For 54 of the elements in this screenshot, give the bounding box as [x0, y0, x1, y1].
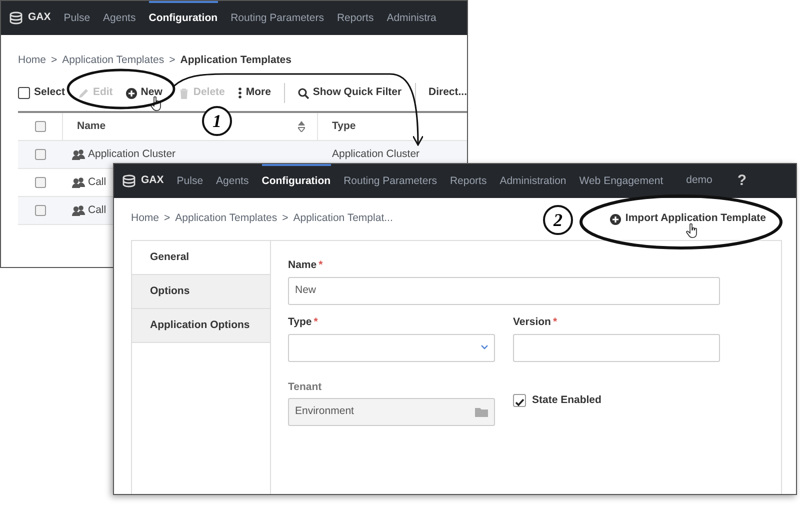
- nav-tab[interactable]: Routing Parameters: [344, 164, 437, 198]
- app-logo-text: GAX: [141, 173, 164, 188]
- nav-tab[interactable]: Agents: [103, 1, 136, 35]
- breadcrumb-separator: >: [282, 211, 288, 226]
- quick-filter-button[interactable]: Show Quick Filter: [298, 85, 402, 101]
- required-mark: *: [318, 259, 323, 271]
- nav-tab[interactable]: Agents: [216, 164, 249, 198]
- nav-tab[interactable]: Configuration: [262, 164, 331, 198]
- nav-tab[interactable]: Routing Parameters: [230, 1, 324, 35]
- required-mark: *: [314, 316, 318, 328]
- breadcrumb-link[interactable]: Application Templates: [62, 53, 164, 69]
- table-cell-text: Application Cluster: [331, 146, 420, 162]
- table-cell-text: Call: [88, 174, 106, 190]
- select-all-checkbox[interactable]: Select: [18, 85, 65, 101]
- breadcrumb-link[interactable]: Home: [18, 53, 46, 69]
- breadcrumb-separator: >: [164, 211, 170, 226]
- required-mark: *: [552, 316, 558, 328]
- table-cell-text: Call: [88, 202, 106, 218]
- state-enabled-checkbox[interactable]: State Enabled: [513, 392, 602, 408]
- breadcrumb-separator: >: [51, 53, 58, 68]
- app-logo-text: GAX: [28, 10, 51, 26]
- side-tab[interactable]: Options: [132, 275, 270, 309]
- help-link[interactable]: ?: [737, 170, 747, 192]
- text-input[interactable]: New: [288, 276, 720, 305]
- nav-tab[interactable]: Reports: [450, 164, 487, 198]
- nav-tab[interactable]: Pulse: [176, 164, 204, 198]
- field-label: Name: [288, 259, 317, 271]
- breadcrumb-link[interactable]: Application Templates: [175, 211, 278, 227]
- more-button[interactable]: More: [238, 85, 271, 101]
- directory-button[interactable]: Direct...: [428, 85, 467, 101]
- column-header[interactable]: Name: [77, 118, 106, 134]
- breadcrumb-link[interactable]: Application Templat...: [293, 211, 393, 227]
- field-value: New: [295, 282, 316, 298]
- new-button[interactable]: New: [126, 85, 162, 101]
- breadcrumb-link[interactable]: Home: [131, 211, 160, 227]
- field-label: Type: [288, 316, 312, 328]
- nav-tab[interactable]: Administration: [500, 164, 566, 198]
- column-header[interactable]: Type: [318, 118, 356, 134]
- step-number: 2: [543, 205, 573, 235]
- breadcrumb-separator: >: [169, 53, 176, 68]
- field-value: Environment: [295, 404, 354, 420]
- nav-tab[interactable]: Web Engagement: [579, 164, 664, 198]
- step-number: 1: [202, 106, 232, 136]
- nav-tab[interactable]: Reports: [336, 1, 374, 35]
- nav-tab[interactable]: Pulse: [64, 1, 90, 35]
- import-button[interactable]: Import Application Template: [610, 211, 766, 227]
- user-menu[interactable]: demo: [686, 173, 712, 189]
- breadcrumb-link[interactable]: Application Templates: [180, 53, 292, 69]
- field-label: Tenant: [288, 380, 322, 392]
- nav-tab[interactable]: Configuration: [148, 1, 218, 35]
- nav-tab[interactable]: Administra: [386, 1, 436, 35]
- table-cell-text: Application Cluster: [88, 146, 176, 162]
- field-label: Version: [513, 316, 551, 328]
- side-tab[interactable]: Application Options: [132, 309, 270, 343]
